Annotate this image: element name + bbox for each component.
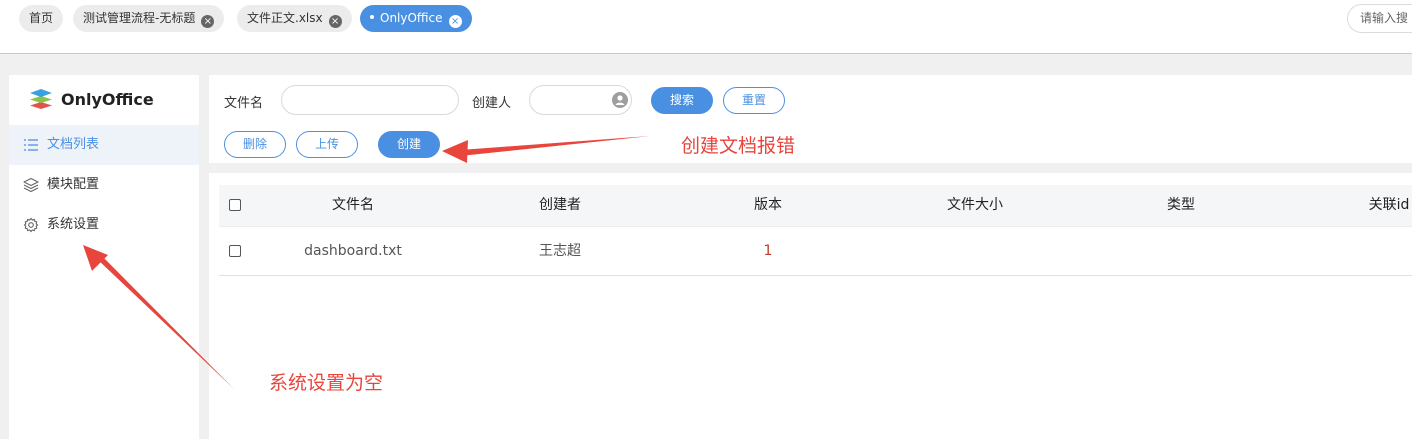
tab-bar: 首页 测试管理流程-无标题 × 文件正文.xlsx × OnlyOffice × 请输… [0, 0, 1412, 54]
delete-button[interactable]: 删除 [224, 131, 286, 158]
sidebar-item-document-list[interactable]: 文档列表 [9, 125, 199, 165]
document-table: 文件名 创建者 版本 文件大小 类型 关联id dashboard.txt 王志… [209, 173, 1412, 439]
table-row[interactable]: dashboard.txt 王志超 1 [219, 226, 1412, 276]
row-checkbox[interactable] [229, 245, 241, 257]
sidebar-item-system-settings[interactable]: 系统设置 [9, 205, 199, 245]
app-name: OnlyOffice [61, 90, 154, 109]
cell-creator: 王志超 [539, 243, 581, 259]
column-header-type: 类型 [1167, 197, 1195, 213]
column-header-size: 文件大小 [947, 197, 1003, 213]
sidebar-item-module-config[interactable]: 模块配置 [9, 165, 199, 205]
filename-input[interactable] [281, 85, 459, 115]
tab-label: 文件正文.xlsx [247, 11, 323, 25]
close-icon[interactable]: × [328, 15, 342, 28]
cell-filename: dashboard.txt [304, 243, 402, 259]
tab-label: 首页 [29, 11, 54, 25]
sidebar: OnlyOffice 文档列表 模块配置 系统设置 [9, 75, 199, 439]
upload-button[interactable]: 上传 [296, 131, 358, 158]
column-header-related-id: 关联id [1368, 197, 1410, 213]
onlyoffice-logo-icon [30, 89, 52, 109]
close-icon[interactable]: × [201, 15, 215, 28]
annotation-create-error: 创建文档报错 [681, 135, 796, 157]
user-icon[interactable] [612, 92, 628, 108]
close-icon[interactable]: × [448, 15, 462, 28]
creator-input[interactable] [529, 85, 632, 115]
global-search-placeholder: 请输入搜 [1360, 11, 1409, 25]
tab-test-flow[interactable]: 测试管理流程-无标题 × [73, 5, 225, 32]
list-icon [24, 139, 38, 151]
column-header-version: 版本 [754, 197, 782, 213]
sidebar-item-label: 模块配置 [47, 177, 100, 192]
tab-xlsx-file[interactable]: 文件正文.xlsx × [237, 5, 352, 32]
tab-home[interactable]: 首页 [19, 5, 64, 32]
tab-onlyoffice[interactable]: OnlyOffice × [360, 5, 472, 32]
column-header-creator: 创建者 [539, 197, 581, 213]
annotation-settings-empty: 系统设置为空 [269, 372, 384, 394]
filter-panel: 文件名 创建人 搜索 重置 删除 上传 创建 [209, 75, 1412, 163]
create-button[interactable]: 创建 [378, 131, 440, 158]
layers-icon [23, 177, 39, 193]
reset-button[interactable]: 重置 [723, 87, 785, 114]
search-button[interactable]: 搜索 [651, 87, 713, 114]
sidebar-item-label: 文档列表 [47, 137, 100, 152]
sidebar-item-label: 系统设置 [47, 217, 100, 232]
filename-label: 文件名 [224, 96, 264, 111]
global-search-input[interactable]: 请输入搜 [1347, 4, 1412, 33]
column-header-filename: 文件名 [332, 197, 374, 213]
tab-label: OnlyOffice [380, 11, 443, 25]
creator-label: 创建人 [472, 96, 512, 111]
app-logo: OnlyOffice [9, 75, 199, 125]
cell-version: 1 [763, 243, 773, 259]
table-header: 文件名 创建者 版本 文件大小 类型 关联id [219, 185, 1412, 226]
gear-icon [23, 217, 39, 233]
tab-label: 测试管理流程-无标题 [83, 11, 196, 25]
select-all-checkbox[interactable] [229, 199, 241, 211]
active-dot-icon [370, 15, 374, 19]
